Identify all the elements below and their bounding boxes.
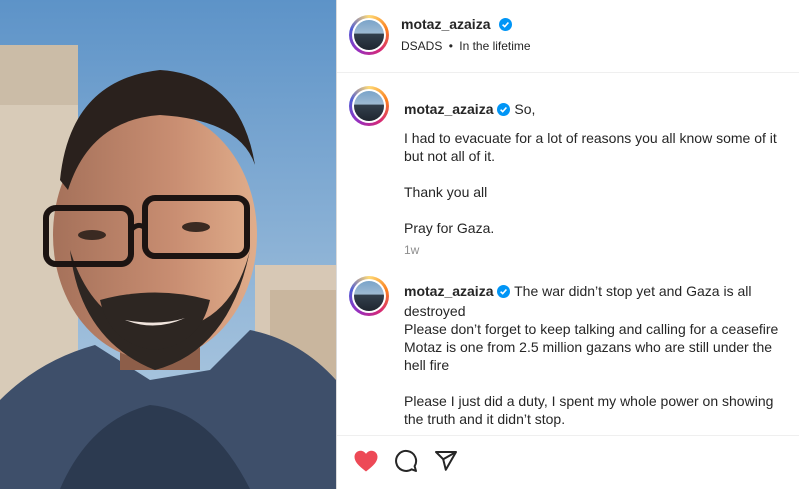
subtitle-audio[interactable]: DSADS [401, 39, 442, 53]
verified-badge-icon [497, 284, 511, 302]
comment-text-first: So, [514, 101, 536, 117]
post-actions [337, 435, 799, 490]
comment-body: motaz_azaiza The war didn’t stop yet and… [404, 282, 799, 428]
username-link[interactable]: motaz_azaiza [404, 283, 493, 299]
comment-icon[interactable] [394, 449, 418, 478]
post-subtitle: DSADS • In the lifetime [401, 39, 531, 53]
subtitle-separator: • [448, 39, 453, 53]
share-icon[interactable] [434, 449, 458, 478]
avatar[interactable] [349, 15, 389, 55]
heart-icon[interactable] [353, 449, 379, 478]
header-user: motaz_azaiza [401, 16, 512, 36]
avatar[interactable] [349, 276, 389, 316]
username-link[interactable]: motaz_azaiza [401, 16, 490, 32]
verified-badge-icon [498, 18, 512, 36]
comment-timestamp[interactable]: 1w [404, 241, 419, 259]
post-photo-image [0, 0, 336, 489]
comment-text: I had to evacuate for a lot of reasons y… [404, 130, 777, 236]
comments-list: motaz_azaiza So, I had to evacuate for a… [337, 73, 799, 435]
verified-badge-icon [497, 102, 511, 120]
post-detail-panel: motaz_azaiza DSADS • In the lifetime mot… [336, 0, 799, 489]
comment-body: motaz_azaiza So, I had to evacuate for a… [404, 100, 799, 259]
comment-text: The war didn’t stop yet and Gaza is all … [404, 283, 779, 427]
post-header: motaz_azaiza DSADS • In the lifetime [337, 0, 799, 73]
avatar[interactable] [349, 86, 389, 126]
post-photo[interactable] [0, 0, 336, 489]
subtitle-duration[interactable]: In the lifetime [459, 39, 530, 53]
username-link[interactable]: motaz_azaiza [404, 101, 493, 117]
